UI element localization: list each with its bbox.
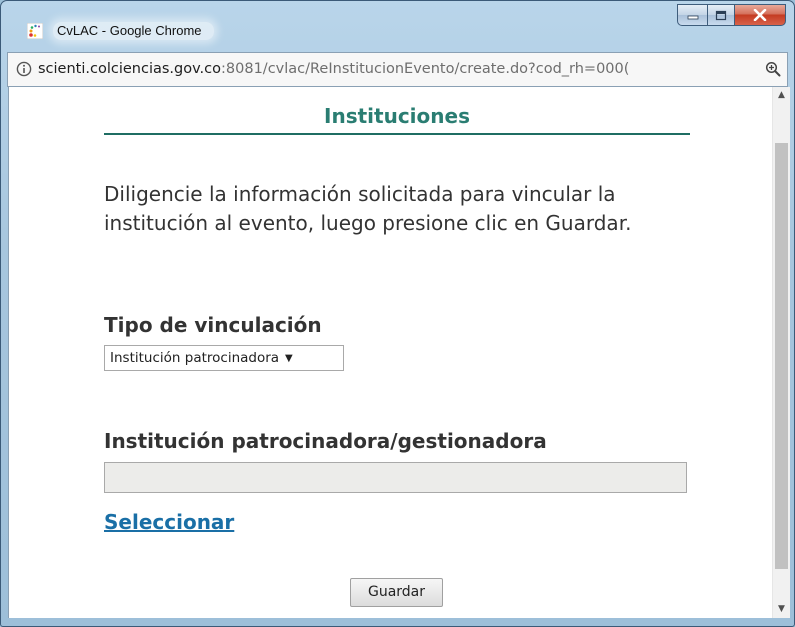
scrollbar-thumb[interactable] — [775, 143, 788, 569]
save-button[interactable]: Guardar — [350, 578, 443, 607]
minimize-button[interactable] — [677, 4, 707, 26]
url-text[interactable]: scienti.colciencias.gov.co:8081/cvlac/Re… — [38, 61, 629, 77]
page-viewport: Instituciones Diligencie la información … — [8, 87, 790, 618]
page-title: Instituciones — [324, 104, 470, 128]
url-path: :8081/cvlac/ReInstitucionEvento/create.d… — [221, 61, 630, 77]
zoom-icon[interactable] — [765, 61, 781, 77]
tipo-vinculacion-label: Tipo de vinculación — [104, 313, 322, 337]
select-value: Institución patrocinadora — [110, 350, 280, 366]
cvlac-app-icon — [27, 23, 43, 39]
scroll-down-arrow-icon[interactable]: ▼ — [773, 601, 790, 618]
title-bar[interactable]: CvLAC - Google Chrome — [1, 1, 794, 51]
url-host: scienti.colciencias.gov.co — [38, 61, 222, 77]
maximize-button[interactable] — [707, 4, 735, 26]
browser-window: CvLAC - Google Chrome scienti.colciencia… — [0, 0, 795, 627]
close-button[interactable] — [735, 4, 786, 26]
window-controls — [677, 4, 786, 26]
info-icon[interactable] — [16, 61, 32, 77]
instructions-text: Diligencie la información solicitada par… — [104, 182, 632, 235]
vertical-scrollbar[interactable]: ▲ ▼ — [772, 87, 790, 618]
window-title: CvLAC - Google Chrome — [53, 22, 214, 40]
scroll-up-arrow-icon[interactable]: ▲ — [773, 87, 790, 104]
address-bar[interactable]: scienti.colciencias.gov.co:8081/cvlac/Re… — [7, 52, 788, 87]
page-content: Instituciones Diligencie la información … — [9, 87, 773, 618]
close-icon — [753, 9, 767, 21]
chevron-down-icon: ▼ — [285, 352, 293, 364]
seleccionar-link[interactable]: Seleccionar — [104, 510, 234, 534]
maximize-icon — [715, 10, 727, 20]
institucion-label: Institución patrocinadora/gestionadora — [104, 429, 547, 453]
tipo-vinculacion-select[interactable]: Institución patrocinadora ▼ — [104, 345, 344, 371]
institucion-field[interactable] — [104, 462, 687, 493]
minimize-icon — [687, 15, 698, 20]
page-heading: Instituciones — [104, 87, 690, 135]
